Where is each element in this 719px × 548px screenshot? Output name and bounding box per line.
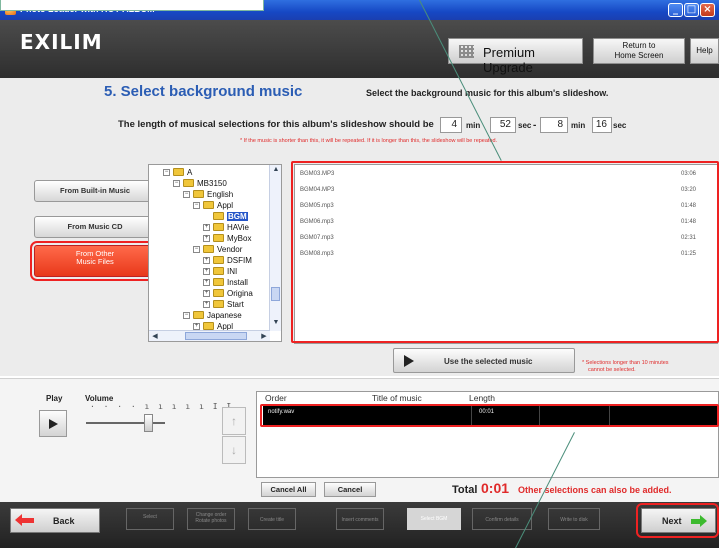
play-icon <box>49 419 58 429</box>
back-label: Back <box>53 516 75 526</box>
play-label: Play <box>46 394 63 403</box>
volume-slider-track[interactable] <box>86 422 165 424</box>
minimize-icon[interactable]: _ <box>668 3 683 17</box>
to-min-field[interactable]: 8 <box>540 117 568 133</box>
list-item[interactable]: BGM07.mp3 02:31 <box>300 235 696 241</box>
list-item[interactable]: BGM08.mp3 01:25 <box>300 251 696 257</box>
from-builtin-music-button[interactable]: From Built-in Music <box>34 180 156 202</box>
use-selected-music-button[interactable]: Use the selected music <box>393 348 575 373</box>
move-down-button[interactable]: ↓ <box>222 436 246 464</box>
column-header-order: Order <box>265 393 287 403</box>
step-write-to-disk: Write to disk <box>548 508 600 530</box>
other-selections-note: Other selections can also be added. <box>518 485 672 495</box>
scroll-right-icon[interactable]: ▶ <box>259 332 269 340</box>
other-files-label-2: Music Files <box>76 257 114 266</box>
length-notice: * If the music is shorter than this, it … <box>240 138 498 144</box>
tree-horizontal-thumb[interactable] <box>185 332 247 340</box>
tree-item[interactable]: + INI <box>203 266 237 277</box>
length-warning: * Selections longer than 10 minutes cann… <box>582 360 669 373</box>
back-button[interactable]: Back <box>10 508 100 533</box>
volume-slider-thumb[interactable] <box>144 414 153 432</box>
from-other-music-files-button[interactable]: From Other Music Files <box>34 245 156 277</box>
cancel-button[interactable]: Cancel <box>324 482 376 497</box>
move-up-button[interactable]: ↑ <box>222 407 246 435</box>
list-item[interactable]: BGM06.mp3 01:48 <box>300 219 696 225</box>
tree-vertical-scrollbar[interactable]: ▲ ▼ <box>269 165 281 331</box>
from-min-field[interactable]: 4 <box>440 117 462 133</box>
tree-item[interactable]: − A <box>163 167 192 178</box>
to-min-unit: min <box>571 121 586 130</box>
tree-horizontal-scrollbar[interactable]: ◀ ▶ <box>149 330 270 341</box>
tree-item[interactable]: − Vendor <box>193 244 242 255</box>
premium-upgrade-button[interactable]: Premium Upgrade <box>448 38 583 75</box>
help-button[interactable]: Help <box>690 38 719 64</box>
next-label: Next <box>662 516 682 526</box>
from-sec-unit: sec <box>518 121 532 130</box>
close-icon[interactable]: × <box>700 3 715 17</box>
tree-vertical-thumb[interactable] <box>271 287 280 301</box>
step-select-bgm: Select BGM <box>407 508 461 530</box>
tree-item[interactable]: − Appl <box>193 200 233 211</box>
grid-icon <box>459 45 474 58</box>
step-insert-comments: Insert comments <box>336 508 384 530</box>
tree-item[interactable]: + Start <box>203 299 244 310</box>
list-item[interactable]: BGM04.MP3 03:20 <box>300 187 696 193</box>
exilim-logo: EXILIM <box>20 30 103 54</box>
tree-item[interactable]: + DSFIM <box>203 255 252 266</box>
tree-item[interactable]: + Origina <box>203 288 253 299</box>
next-arrow-icon <box>700 515 707 527</box>
from-music-cd-button[interactable]: From Music CD <box>34 216 156 238</box>
row-highlight <box>260 404 719 427</box>
play-button[interactable] <box>39 410 67 437</box>
tree-item[interactable]: − English <box>183 189 233 200</box>
step-change-order: Change order Rotate photos <box>187 508 235 530</box>
column-header-length: Length <box>469 393 495 403</box>
premium-upgrade-label: Premium Upgrade <box>483 45 536 75</box>
from-sec-field[interactable]: 52 <box>490 117 516 133</box>
volume-ticks: · · · · ı ı ı ı ı I I <box>90 402 234 411</box>
return-home-label-2: Home Screen <box>614 51 664 60</box>
tree-item-selected[interactable]: BGM <box>203 211 248 222</box>
scroll-down-icon[interactable]: ▼ <box>271 319 281 326</box>
scroll-up-icon[interactable]: ▲ <box>271 166 281 173</box>
maximize-icon[interactable]: □ <box>684 3 699 17</box>
column-header-title: Title of music <box>372 393 422 403</box>
tree-item[interactable]: + Install <box>203 277 248 288</box>
folder-tree[interactable]: − A − MB3150 − English − Appl BGM + HAVie + My… <box>148 164 282 342</box>
from-min-unit: min <box>466 121 481 130</box>
range-dash: - <box>533 120 537 131</box>
step-instruction: Select the background music for this alb… <box>366 88 609 98</box>
tree-item[interactable]: + HAVie <box>203 222 249 233</box>
to-sec-unit: sec <box>613 121 627 130</box>
cancel-all-button[interactable]: Cancel All <box>261 482 316 497</box>
total-label: Total <box>452 484 478 496</box>
annotation-box <box>0 0 264 11</box>
step-title: 5. Select background music <box>104 83 303 100</box>
tree-item[interactable]: − MB3150 <box>173 178 227 189</box>
step-create-title: Create title <box>248 508 296 530</box>
tree-item[interactable]: + MyBox <box>203 233 251 244</box>
length-label: The length of musical selections for thi… <box>118 119 434 130</box>
total-value: 0:01 <box>481 480 510 496</box>
step-select-photos: Select <box>126 508 174 530</box>
step-confirm-details: Confirm details <box>472 508 532 530</box>
return-home-label-1: Return to <box>622 41 656 50</box>
tree-item[interactable]: − Japanese <box>183 310 242 321</box>
play-arrow-icon <box>404 355 414 367</box>
list-item[interactable]: BGM05.mp3 01:48 <box>300 203 696 209</box>
use-selected-label: Use the selected music <box>444 357 533 366</box>
return-home-button[interactable]: Return to Home Screen <box>593 38 685 64</box>
scroll-left-icon[interactable]: ◀ <box>150 332 160 340</box>
list-item[interactable]: BGM03.MP3 03:06 <box>300 171 696 177</box>
next-button[interactable]: Next <box>641 508 716 533</box>
to-sec-field[interactable]: 16 <box>592 117 612 133</box>
